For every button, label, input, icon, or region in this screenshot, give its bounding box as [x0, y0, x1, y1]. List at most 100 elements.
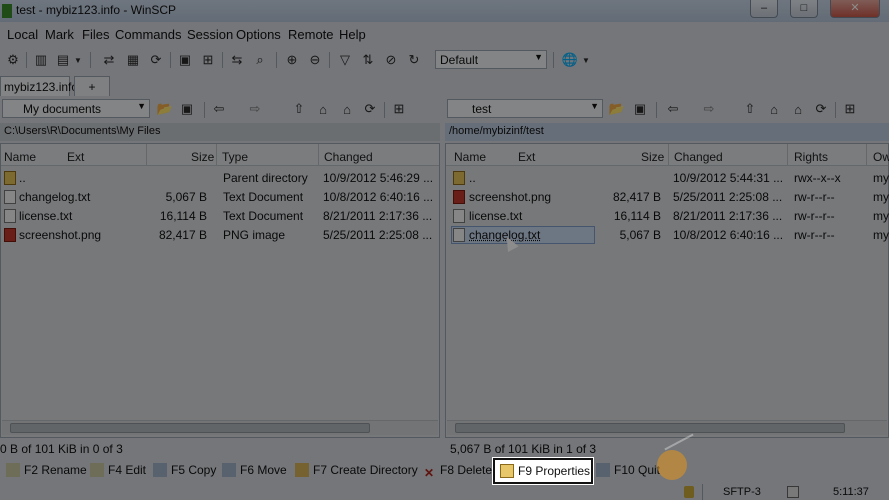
move-command[interactable]: F6 Move [222, 463, 287, 477]
file-changed: 5/25/2011 2:25:08 ... [323, 228, 433, 242]
local-location-select[interactable]: My documents ▼ [2, 99, 150, 118]
local-horizontal-scrollbar[interactable] [2, 420, 438, 435]
console-icon[interactable]: ▣ [176, 51, 194, 69]
window-title: test - mybiz123.info - WinSCP [16, 3, 177, 17]
toolbar-separator [384, 102, 385, 118]
remote-column-header: Name Ext Size Changed Rights Ow [446, 144, 889, 166]
col-type[interactable]: Type [222, 150, 248, 164]
minimize-button[interactable]: – [750, 0, 778, 18]
table-row[interactable]: license.txt 16,114 B Text Document 8/21/… [1, 207, 439, 226]
lock-icon [684, 486, 694, 498]
refresh-icon[interactable]: ⟳ [812, 100, 830, 118]
globe-icon[interactable]: 🌐 [561, 51, 579, 69]
tab-session[interactable]: mybiz123.info [0, 76, 78, 96]
col-name[interactable]: Name [454, 150, 486, 164]
delete-command[interactable]: ✕ F8 Delete [422, 463, 492, 480]
transfer-icon[interactable]: ⇆ [228, 51, 246, 69]
menu-options[interactable]: Options [236, 27, 281, 42]
remote-horizontal-scrollbar[interactable] [447, 420, 887, 435]
copy-command[interactable]: F5 Copy [153, 463, 216, 477]
tree-view-icon[interactable]: ⊞ [841, 100, 859, 118]
file-size: 16,114 B [159, 209, 207, 223]
table-row[interactable]: screenshot.png 82,417 B PNG image 5/25/2… [1, 226, 439, 245]
reload-icon[interactable]: ↻ [405, 51, 423, 69]
home-icon[interactable]: ⌂ [789, 100, 807, 118]
find-files-icon[interactable]: ⌕ [251, 51, 269, 69]
column-divider [216, 144, 217, 166]
terminal-dropdown-icon[interactable]: ▼ [72, 51, 84, 69]
local-column-header: Name Ext Size Type Changed [1, 144, 439, 166]
col-size[interactable]: Size [641, 150, 664, 164]
compare-directories-icon[interactable]: ▥ [32, 51, 50, 69]
col-rights[interactable]: Rights [794, 150, 828, 164]
watermark-circle-icon [657, 450, 687, 480]
create-directory-command[interactable]: F7 Create Directory [295, 463, 418, 477]
menu-files[interactable]: Files [82, 27, 109, 42]
menu-session[interactable]: Session [187, 27, 233, 42]
move-icon [222, 463, 236, 477]
refresh-sync-icon[interactable]: ⟳ [147, 51, 165, 69]
filter-icon[interactable]: ▽ [336, 51, 354, 69]
menu-remote[interactable]: Remote [288, 27, 334, 42]
filter-folder-icon[interactable]: ▣ [631, 100, 649, 118]
quit-command[interactable]: F10 Quit [596, 463, 660, 477]
scrollbar-thumb[interactable] [455, 423, 845, 433]
col-size[interactable]: Size [191, 150, 214, 164]
properties-command[interactable]: F9 Properties [492, 457, 594, 485]
remote-file-list[interactable]: Name Ext Size Changed Rights Ow .. 10/9/… [445, 143, 889, 438]
tree-view-icon[interactable]: ⊞ [390, 100, 408, 118]
open-folder-icon[interactable]: 📂 [608, 100, 626, 118]
file-size: 16,114 B [613, 209, 661, 223]
cancel-icon[interactable]: ⊘ [382, 51, 400, 69]
table-row[interactable]: changelog.txt 5,067 B Text Document 10/8… [1, 188, 439, 207]
col-name[interactable]: Name [4, 150, 36, 164]
forward-arrow-icon[interactable]: ⇨ [246, 100, 264, 118]
col-changed[interactable]: Changed [324, 150, 373, 164]
open-folder-icon[interactable]: 📂 [156, 100, 174, 118]
back-arrow-icon[interactable]: ⇦ [210, 100, 228, 118]
remote-location-select[interactable]: test ▼ [447, 99, 603, 118]
remote-location-value: test [472, 102, 492, 116]
queue-icon[interactable]: ▦ [124, 51, 142, 69]
home-icon[interactable]: ⌂ [338, 100, 356, 118]
menu-local[interactable]: Local [7, 27, 38, 42]
parent-directory-icon[interactable]: ⇧ [290, 100, 308, 118]
table-row[interactable]: screenshot.png 82,417 B 5/25/2011 2:25:0… [446, 188, 889, 207]
scrollbar-thumb[interactable] [10, 423, 370, 433]
table-row[interactable]: .. 10/9/2012 5:44:31 ... rwx--x--x my [446, 169, 889, 188]
putty-icon[interactable]: ⊞ [199, 51, 217, 69]
terminal-icon[interactable]: ▤ [54, 51, 72, 69]
local-file-list[interactable]: Name Ext Size Type Changed .. Parent dir… [0, 143, 440, 438]
filter-folder-icon[interactable]: ▣ [178, 100, 196, 118]
local-current-path: C:\Users\R\Documents\My Files [0, 123, 440, 141]
root-directory-icon[interactable]: ⌂ [314, 100, 332, 118]
chevron-down-icon: ▼ [590, 101, 599, 111]
col-changed[interactable]: Changed [674, 150, 723, 164]
root-directory-icon[interactable]: ⌂ [765, 100, 783, 118]
transfer-settings-select[interactable]: Default ▼ [435, 50, 547, 69]
file-type: Text Document [223, 209, 304, 223]
close-button[interactable]: ✕ [830, 0, 880, 18]
synchronize-icon[interactable]: ⇄ [100, 51, 118, 69]
back-arrow-icon[interactable]: ⇦ [664, 100, 682, 118]
menu-mark[interactable]: Mark [45, 27, 74, 42]
globe-dropdown-icon[interactable]: ▼ [580, 51, 592, 69]
select-files-icon[interactable]: ⊕ [283, 51, 301, 69]
refresh-icon[interactable]: ⟳ [361, 100, 379, 118]
col-ext[interactable]: Ext [67, 150, 84, 164]
col-owner[interactable]: Ow [873, 150, 889, 164]
preferences-gear-icon[interactable]: ⚙ [4, 51, 22, 69]
unselect-files-icon[interactable]: ⊖ [306, 51, 324, 69]
col-ext[interactable]: Ext [518, 150, 535, 164]
rename-command[interactable]: F2 Rename [6, 463, 87, 477]
parent-directory-icon[interactable]: ⇧ [741, 100, 759, 118]
maximize-button[interactable]: □ [790, 0, 818, 18]
table-row[interactable]: license.txt 16,114 B 8/21/2011 2:17:36 .… [446, 207, 889, 226]
table-row[interactable]: .. Parent directory 10/9/2012 5:46:29 ..… [1, 169, 439, 188]
forward-arrow-icon[interactable]: ⇨ [700, 100, 718, 118]
edit-command[interactable]: F4 Edit [90, 463, 146, 477]
tab-new-session[interactable]: + [74, 76, 110, 96]
menu-commands[interactable]: Commands [115, 27, 181, 42]
sort-icon[interactable]: ⇅ [359, 51, 377, 69]
menu-help[interactable]: Help [339, 27, 366, 42]
